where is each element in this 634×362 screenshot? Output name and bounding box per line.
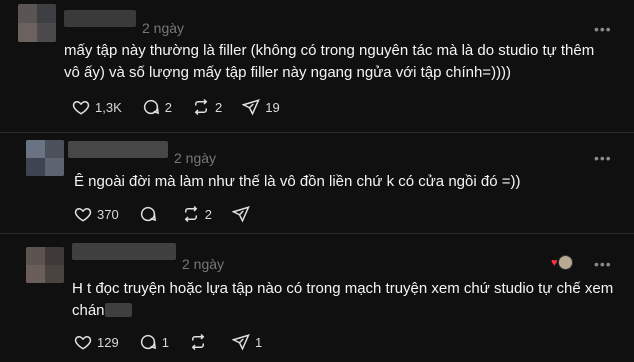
- repost-button[interactable]: [189, 333, 212, 351]
- reply-button[interactable]: [139, 205, 162, 223]
- timestamp: 2 ngày: [174, 150, 217, 166]
- repost-arrows-icon: [184, 205, 198, 223]
- reply-count: 2: [164, 99, 172, 115]
- timestamp: 2 ngày: [142, 20, 185, 36]
- repost-arrows-icon: [194, 98, 208, 116]
- avatar[interactable]: [18, 4, 56, 42]
- repost-count: 2: [214, 99, 223, 115]
- comment-text: Ê ngoài đời mà làm như thế là vô đồn liề…: [74, 173, 521, 190]
- heart-outline-icon: [72, 100, 90, 115]
- more-options-icon[interactable]: •••: [594, 257, 612, 271]
- like-count: 129: [97, 334, 119, 350]
- username-redacted[interactable]: [72, 243, 176, 260]
- speech-bubble-icon: [140, 206, 156, 222]
- share-count: 1: [254, 334, 263, 350]
- more-options-icon[interactable]: •••: [594, 151, 612, 165]
- comment-text: H t đọc truyện hoặc lựa tập nào có trong…: [72, 280, 614, 319]
- repost-arrows-icon: [191, 333, 205, 351]
- repost-button[interactable]: 2: [192, 98, 222, 116]
- share-button[interactable]: 19: [242, 98, 280, 116]
- more-options-icon[interactable]: •••: [594, 22, 612, 36]
- share-count: 19: [265, 99, 280, 115]
- speech-bubble-icon: [143, 99, 159, 115]
- avatar[interactable]: [26, 247, 64, 283]
- comment-text: mấy tập này thường là filler (không có t…: [64, 42, 595, 81]
- reply-count: 1: [161, 334, 169, 350]
- send-paper-plane-icon: [242, 99, 261, 116]
- reply-button[interactable]: 2: [142, 98, 172, 116]
- action-bar: 129 1 1: [74, 333, 282, 351]
- reply-button[interactable]: 1: [139, 333, 169, 351]
- like-count: 1,3K: [95, 99, 122, 115]
- send-paper-plane-icon: [231, 206, 250, 223]
- comment-item: 2 ngày ••• mấy tập này thường là filler …: [0, 0, 634, 133]
- repost-button[interactable]: 2: [182, 205, 212, 223]
- action-bar: 370 2: [74, 205, 275, 223]
- share-button[interactable]: 1: [231, 333, 263, 351]
- like-button[interactable]: 370: [74, 205, 119, 223]
- send-paper-plane-icon: [231, 334, 250, 351]
- share-button[interactable]: [231, 205, 255, 223]
- heart-outline-icon: [74, 335, 92, 350]
- username-redacted[interactable]: [68, 141, 168, 158]
- comment-item: 2 ngày ••• Ê ngoài đời mà làm như thế là…: [0, 133, 634, 233]
- action-bar: 1,3K 2 2 19: [72, 98, 300, 116]
- redacted-text: [104, 303, 132, 317]
- heart-outline-icon: [74, 207, 92, 222]
- repost-count: 2: [204, 206, 212, 222]
- speech-bubble-icon: [140, 334, 156, 350]
- avatar[interactable]: [26, 140, 64, 176]
- like-count: 370: [97, 206, 119, 222]
- comment-item: 2 ngày ♥ ••• H t đọc truyện hoặc lựa tập…: [0, 233, 634, 362]
- heart-badge-icon: ♥: [551, 255, 573, 271]
- timestamp: 2 ngày: [182, 256, 225, 272]
- like-button[interactable]: 129: [74, 333, 119, 351]
- username-redacted[interactable]: [64, 10, 136, 27]
- like-button[interactable]: 1,3K: [72, 98, 122, 116]
